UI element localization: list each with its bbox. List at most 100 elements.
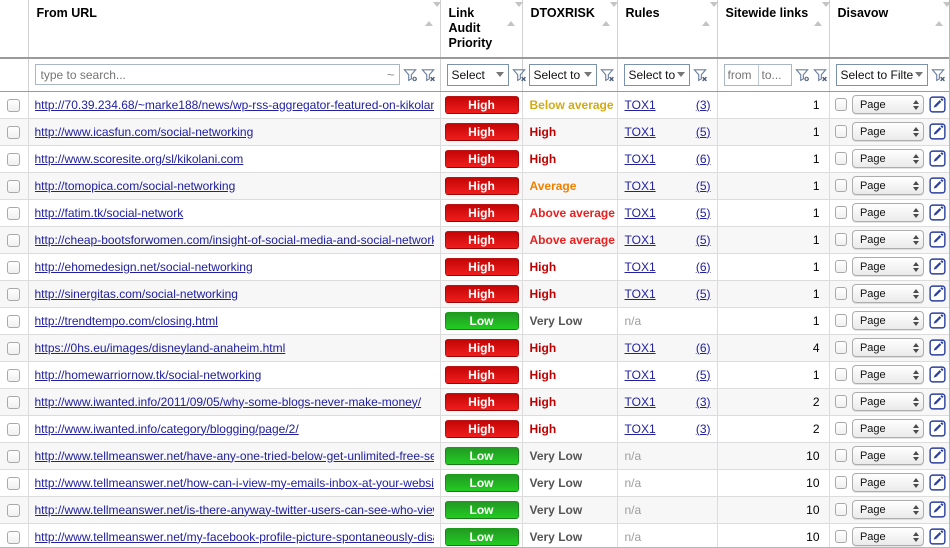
from-url-link[interactable]: http://tomopica.com/social-networking: [35, 179, 434, 193]
disavow-scope-select[interactable]: Page: [851, 527, 924, 546]
edit-pencil-icon[interactable]: [929, 204, 946, 221]
sitewide-links-from-input[interactable]: [724, 64, 758, 85]
from-url-link[interactable]: http://www.tellmeanswer.net/have-any-one…: [35, 449, 434, 463]
rule-link[interactable]: TOX1: [625, 125, 656, 139]
rule-count-link[interactable]: (5): [696, 233, 711, 247]
disavow-checkbox[interactable]: [834, 449, 847, 462]
rule-link[interactable]: TOX1: [625, 206, 656, 220]
table-row[interactable]: http://sinergitas.com/social-networking H…: [0, 280, 949, 308]
from-url-link[interactable]: http://www.iwanted.info/category/bloggin…: [35, 422, 434, 436]
dtoxrisk-filter-select[interactable]: Select to: [528, 63, 597, 86]
row-checkbox[interactable]: [7, 233, 21, 247]
stepper-icon[interactable]: [912, 152, 919, 166]
disavow-checkbox[interactable]: [834, 152, 847, 165]
from-url-link[interactable]: http://fatim.tk/social-network: [35, 206, 434, 220]
table-row[interactable]: http://ehomedesign.net/social-networking…: [0, 253, 949, 281]
sort-arrows-icon[interactable]: [701, 2, 718, 26]
row-checkbox[interactable]: [7, 368, 21, 382]
rule-count-link[interactable]: (6): [696, 152, 711, 166]
disavow-scope-select[interactable]: Page: [851, 338, 924, 357]
sort-arrows-icon[interactable]: [813, 2, 830, 26]
rule-link[interactable]: TOX1: [625, 152, 656, 166]
disavow-scope-select[interactable]: Page: [851, 230, 924, 249]
disavow-scope-select[interactable]: Page: [851, 500, 924, 519]
stepper-icon[interactable]: [912, 449, 919, 463]
stepper-icon[interactable]: [912, 341, 919, 355]
row-select-cell[interactable]: [0, 388, 29, 416]
stepper-icon[interactable]: [912, 503, 919, 517]
row-checkbox[interactable]: [7, 449, 21, 463]
table-row[interactable]: http://www.tellmeanswer.net/my-facebook-…: [0, 523, 949, 547]
row-select-cell[interactable]: [0, 226, 29, 254]
row-checkbox[interactable]: [7, 503, 21, 517]
row-checkbox[interactable]: [7, 98, 21, 112]
stepper-icon[interactable]: [912, 395, 919, 409]
table-row[interactable]: http://www.tellmeanswer.net/have-any-one…: [0, 442, 949, 470]
sort-arrows-icon[interactable]: [935, 2, 949, 26]
header-link-audit-priority[interactable]: Link Audit Priority: [440, 0, 523, 59]
filter-clear-icon[interactable]: [692, 67, 708, 83]
row-checkbox[interactable]: [7, 206, 21, 220]
header-select-all[interactable]: [0, 0, 29, 59]
disavow-scope-select[interactable]: Page: [851, 122, 924, 141]
disavow-scope-select[interactable]: Page: [851, 419, 924, 438]
disavow-checkbox[interactable]: [834, 98, 847, 111]
from-url-link[interactable]: http://www.tellmeanswer.net/how-can-i-vi…: [35, 476, 434, 490]
rule-count-link[interactable]: (3): [696, 395, 711, 409]
from-url-link[interactable]: http://www.icasfun.com/social-networking: [35, 125, 434, 139]
sort-arrows-icon[interactable]: [424, 2, 441, 26]
stepper-icon[interactable]: [912, 260, 919, 274]
table-row[interactable]: http://70.39.234.68/~marke188/news/wp-rs…: [0, 91, 949, 119]
from-url-link[interactable]: http://www.iwanted.info/2011/09/05/why-s…: [35, 395, 434, 409]
disavow-checkbox[interactable]: [834, 179, 847, 192]
stepper-icon[interactable]: [912, 206, 919, 220]
from-url-link[interactable]: http://ehomedesign.net/social-networking: [35, 260, 434, 274]
stepper-icon[interactable]: [912, 125, 919, 139]
edit-pencil-icon[interactable]: [929, 393, 946, 410]
disavow-checkbox[interactable]: [834, 422, 847, 435]
row-checkbox[interactable]: [7, 530, 21, 544]
disavow-checkbox[interactable]: [834, 206, 847, 219]
disavow-scope-select[interactable]: Page: [851, 95, 924, 114]
table-row[interactable]: http://www.scoresite.org/sl/kikolani.com…: [0, 145, 949, 173]
rule-count-link[interactable]: (6): [696, 341, 711, 355]
rule-link[interactable]: TOX1: [625, 395, 656, 409]
disavow-scope-select[interactable]: Page: [851, 149, 924, 168]
row-checkbox[interactable]: [7, 341, 21, 355]
rule-link[interactable]: TOX1: [625, 287, 656, 301]
stepper-icon[interactable]: [912, 233, 919, 247]
rule-count-link[interactable]: (5): [696, 206, 711, 220]
from-url-link[interactable]: http://www.tellmeanswer.net/my-facebook-…: [35, 530, 434, 544]
disavow-checkbox[interactable]: [834, 314, 847, 327]
disavow-scope-select[interactable]: Page: [851, 311, 924, 330]
from-url-link[interactable]: http://sinergitas.com/social-networking: [35, 287, 434, 301]
disavow-scope-select[interactable]: Page: [851, 284, 924, 303]
row-checkbox[interactable]: [7, 422, 21, 436]
row-select-cell[interactable]: [0, 361, 29, 389]
row-select-cell[interactable]: [0, 253, 29, 281]
filter-clear-icon[interactable]: [511, 67, 527, 83]
stepper-icon[interactable]: [912, 314, 919, 328]
from-url-link[interactable]: https://0hs.eu/images/disneyland-anaheim…: [35, 341, 434, 355]
filter-clear-icon[interactable]: [420, 67, 436, 83]
filter-add-icon[interactable]: [402, 67, 418, 83]
rule-count-link[interactable]: (5): [696, 125, 711, 139]
stepper-icon[interactable]: [912, 530, 919, 544]
row-checkbox[interactable]: [7, 125, 21, 139]
from-url-link[interactable]: http://cheap-bootsforwomen.com/insight-o…: [35, 233, 434, 247]
table-row[interactable]: http://tomopica.com/social-networking Hig…: [0, 172, 949, 200]
rule-count-link[interactable]: (3): [696, 422, 711, 436]
stepper-icon[interactable]: [912, 98, 919, 112]
stepper-icon[interactable]: [912, 368, 919, 382]
row-select-cell[interactable]: [0, 496, 29, 524]
disavow-scope-select[interactable]: Page: [851, 473, 924, 492]
rule-link[interactable]: TOX1: [625, 98, 656, 112]
disavow-scope-select[interactable]: Page: [851, 257, 924, 276]
row-select-cell[interactable]: [0, 145, 29, 173]
rules-filter-select[interactable]: Select to: [623, 63, 690, 86]
row-select-cell[interactable]: [0, 415, 29, 443]
table-row[interactable]: http://trendtempo.com/closing.html Low Ver…: [0, 307, 949, 335]
header-from-url[interactable]: From URL: [28, 0, 441, 59]
row-select-cell[interactable]: [0, 280, 29, 308]
link-audit-priority-filter-select[interactable]: Select: [446, 63, 509, 86]
